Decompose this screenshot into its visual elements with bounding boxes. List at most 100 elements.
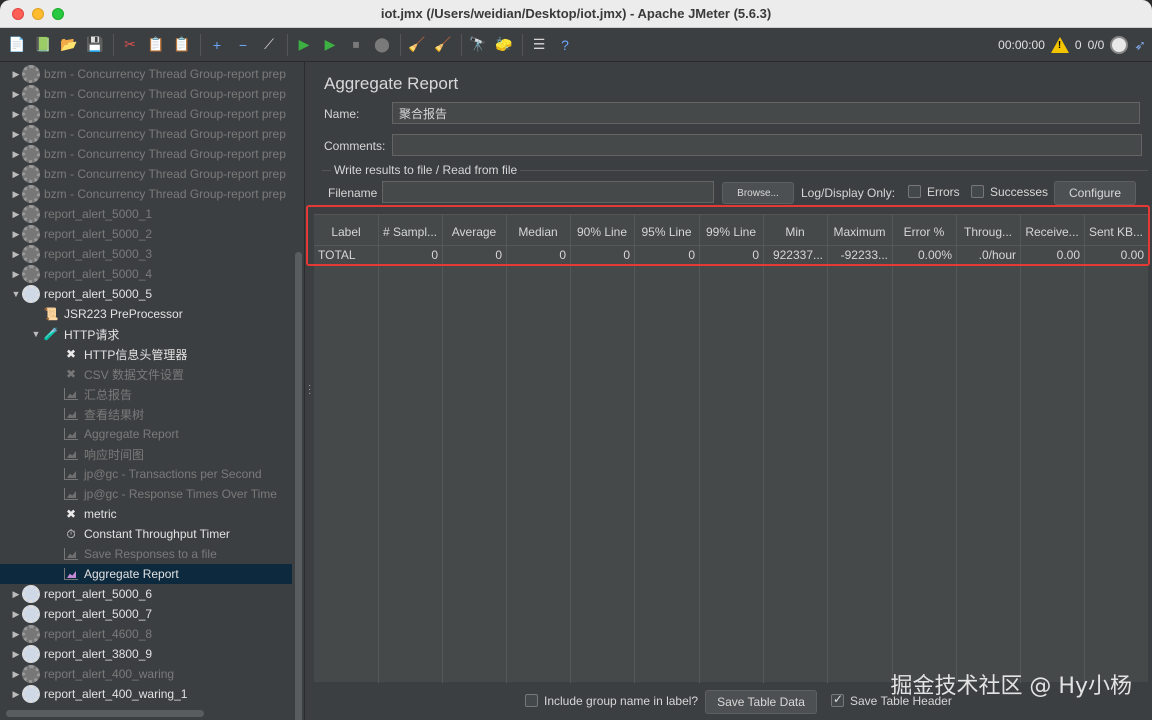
expand-icon[interactable]: + (207, 35, 227, 55)
tree-item[interactable]: ▼ report_alert_5000_5 (0, 284, 292, 304)
cut-icon[interactable]: ✂ (120, 35, 140, 55)
expand-arrow-icon[interactable]: ▶ (10, 649, 22, 660)
save-table-data-button[interactable]: Save Table Data (705, 690, 817, 714)
tree-item[interactable]: Aggregate Report (0, 424, 292, 444)
configure-button[interactable]: Configure (1054, 181, 1136, 205)
include-group-checkbox[interactable] (525, 694, 538, 707)
clear-icon[interactable]: 🧹 (407, 35, 427, 55)
tree-item[interactable]: ▶ report_alert_5000_3 (0, 244, 292, 264)
tree-item[interactable]: ▶ bzm - Concurrency Thread Group-report p… (0, 84, 292, 104)
tree-item[interactable]: Save Responses to a file (0, 544, 292, 564)
tree-item[interactable]: ▶ bzm - Concurrency Thread Group-report p… (0, 124, 292, 144)
tree-item[interactable]: ✖ metric (0, 504, 292, 524)
tree-item[interactable]: ▶ report_alert_5000_6 (0, 584, 292, 604)
tree-item[interactable]: ⏱ Constant Throughput Timer (0, 524, 292, 544)
collapse-arrow-icon[interactable]: ▼ (10, 289, 22, 299)
clear-all-icon[interactable]: 🧹 (433, 35, 453, 55)
tree-item-label: report_alert_5000_7 (44, 607, 153, 621)
remote-hosts-icon[interactable] (1110, 36, 1129, 54)
zoom-window-button[interactable] (52, 8, 64, 20)
copy-icon[interactable]: 📋 (146, 35, 166, 55)
tree-item-label: Save Responses to a file (84, 547, 217, 561)
save-icon[interactable]: 💾 (85, 35, 105, 55)
expand-arrow-icon[interactable]: ▶ (10, 249, 22, 260)
expand-arrow-icon[interactable]: ▶ (10, 109, 22, 120)
tree-item[interactable]: ▶ bzm - Concurrency Thread Group-report p… (0, 64, 292, 84)
expand-arrow-icon[interactable]: ▶ (10, 189, 22, 200)
close-window-button[interactable] (12, 8, 24, 20)
tree-item[interactable]: ▶ report_alert_400_waring (0, 664, 292, 684)
feather-icon[interactable]: ➶ (1134, 37, 1146, 54)
tree-item[interactable]: ▶ report_alert_3800_9 (0, 644, 292, 664)
expand-arrow-icon[interactable]: ▶ (10, 629, 22, 640)
window-titlebar: iot.jmx (/Users/weidian/Desktop/iot.jmx)… (0, 0, 1152, 28)
shutdown-icon[interactable]: ⬤ (372, 35, 392, 55)
expand-arrow-icon[interactable]: ▶ (10, 689, 22, 700)
expand-arrow-icon[interactable]: ▶ (10, 269, 22, 280)
tree-item[interactable]: ✖ CSV 数据文件设置 (0, 364, 292, 384)
search-icon[interactable]: 🔭 (468, 35, 488, 55)
collapse-arrow-icon[interactable]: ▼ (30, 329, 42, 339)
help-icon[interactable]: ? (555, 35, 575, 55)
expand-arrow-icon[interactable]: ▶ (10, 609, 22, 620)
browse-button[interactable]: Browse... (722, 182, 794, 204)
expand-arrow-icon[interactable]: ▶ (10, 589, 22, 600)
expand-arrow-icon[interactable]: ▶ (10, 209, 22, 220)
tree-item[interactable]: ▼ 🧪 HTTP请求 (0, 324, 292, 344)
tree-item[interactable]: ▶ bzm - Concurrency Thread Group-report p… (0, 144, 292, 164)
thread-group-gear-icon (22, 285, 40, 303)
tree-item[interactable]: 响应时间图 (0, 444, 292, 464)
function-helper-icon[interactable]: ☰ (529, 35, 549, 55)
tree-item[interactable]: jp@gc - Response Times Over Time (0, 484, 292, 504)
tree-item[interactable]: ▶ report_alert_4600_8 (0, 624, 292, 644)
tree-item[interactable]: jp@gc - Transactions per Second (0, 464, 292, 484)
comments-field[interactable] (392, 134, 1142, 156)
tree-item[interactable]: ▶ report_alert_5000_4 (0, 264, 292, 284)
tree-item[interactable]: ▶ bzm - Concurrency Thread Group-report p… (0, 164, 292, 184)
expand-arrow-icon[interactable]: ▶ (10, 669, 22, 680)
tree-item[interactable]: Aggregate Report (0, 564, 292, 584)
filename-field[interactable] (382, 181, 714, 203)
start-no-pause-icon[interactable]: ▶ (320, 35, 340, 55)
tree-item[interactable]: ▶ report_alert_5000_7 (0, 604, 292, 624)
tree-item[interactable]: 📜 JSR223 PreProcessor (0, 304, 292, 324)
expand-arrow-icon[interactable]: ▶ (10, 89, 22, 100)
tree-item[interactable]: ▶ report_alert_5000_1 (0, 204, 292, 224)
start-icon[interactable]: ▶ (294, 35, 314, 55)
expand-arrow-icon[interactable]: ▶ (10, 229, 22, 240)
column-divider (378, 215, 379, 683)
panel-splitter[interactable]: · · · (304, 62, 314, 720)
reset-search-icon[interactable]: 🧽 (494, 35, 514, 55)
paste-icon[interactable]: 📋 (172, 35, 192, 55)
tree-horizontal-scrollbar[interactable] (6, 710, 204, 717)
save-table-header-checkbox[interactable] (831, 692, 844, 707)
tree-item[interactable]: 查看结果树 (0, 404, 292, 424)
script-icon: 📜 (43, 307, 59, 321)
new-icon[interactable]: 📄 (7, 35, 27, 55)
tree-item-label: jp@gc - Transactions per Second (84, 467, 262, 481)
templates-icon[interactable]: 📗 (33, 35, 53, 55)
collapse-icon[interactable]: − (233, 35, 253, 55)
warning-icon[interactable] (1050, 37, 1069, 53)
tree-item[interactable]: ▶ bzm - Concurrency Thread Group-report p… (0, 104, 292, 124)
stop-icon[interactable]: ⏹ (346, 35, 366, 55)
expand-arrow-icon[interactable]: ▶ (10, 129, 22, 140)
tree-item[interactable]: ▶ bzm - Concurrency Thread Group-report p… (0, 184, 292, 204)
open-icon[interactable]: 📂 (59, 35, 79, 55)
successes-checkbox[interactable] (971, 185, 984, 198)
tree-item[interactable]: 汇总报告 (0, 384, 292, 404)
tree-item[interactable]: ▶ report_alert_5000_2 (0, 224, 292, 244)
toggle-icon[interactable]: ⟋ (259, 35, 279, 55)
errors-checkbox[interactable] (908, 185, 921, 198)
results-table[interactable]: Label # Sampl... Average Median 90% Line 95% … (314, 214, 1148, 683)
expand-arrow-icon[interactable]: ▶ (10, 149, 22, 160)
tree-vertical-scrollbar[interactable] (295, 252, 302, 720)
tree-item[interactable]: ▶ report_alert_400_waring_1 (0, 684, 292, 704)
toolbar-separator (400, 33, 401, 56)
name-field[interactable]: 聚合报告 (392, 102, 1140, 124)
expand-arrow-icon[interactable]: ▶ (10, 69, 22, 80)
tree-item[interactable]: ✖ HTTP信息头管理器 (0, 344, 292, 364)
test-plan-tree[interactable]: ▶ bzm - Concurrency Thread Group-report p… (0, 62, 304, 720)
expand-arrow-icon[interactable]: ▶ (10, 169, 22, 180)
minimize-window-button[interactable] (32, 8, 44, 20)
